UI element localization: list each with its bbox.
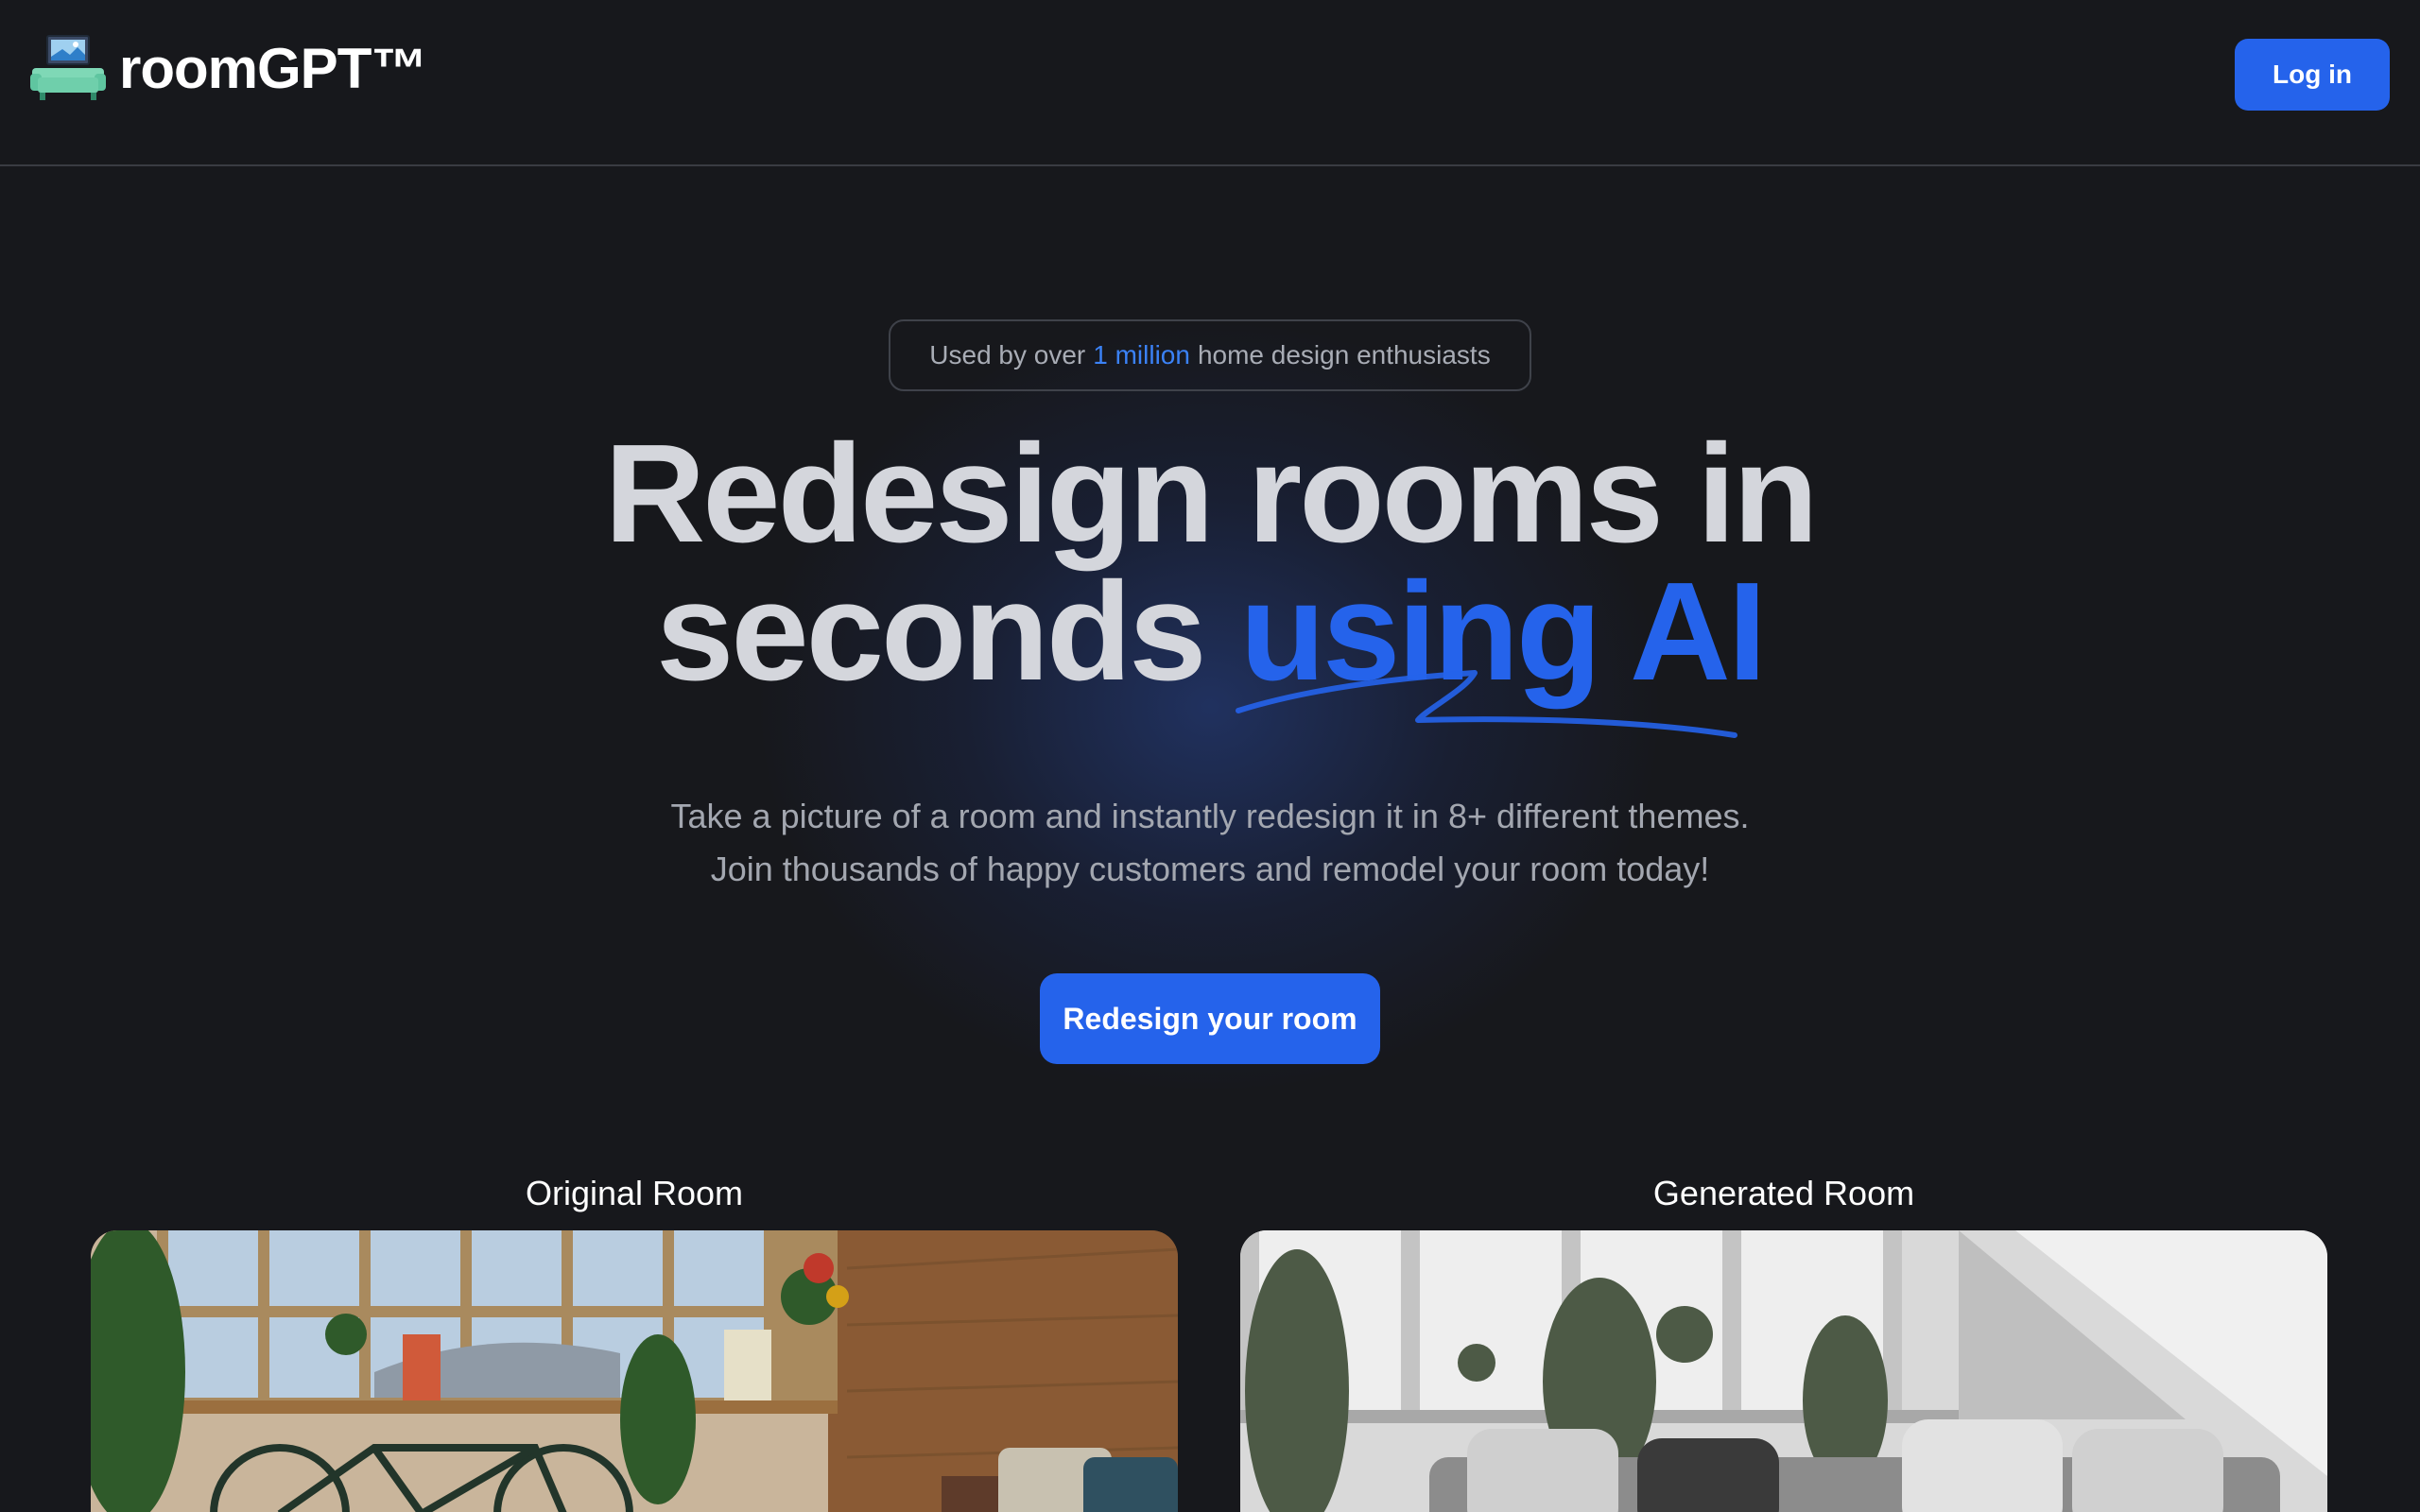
brand-name: roomGPT™ (119, 36, 427, 100)
badge-prefix: Used by over (929, 340, 1086, 369)
badge-suffix: home design enthusiasts (1197, 340, 1491, 369)
subtext-line2: Join thousands of happy customers and re… (710, 850, 1710, 888)
sofa-with-picture-icon (30, 35, 106, 100)
generated-room-label: Generated Room (1652, 1174, 1915, 1212)
original-room-image (91, 1230, 1178, 1512)
hero-headline: Redesign rooms in seconds using AI (0, 424, 2420, 702)
squiggle-underline-icon (1236, 670, 1737, 738)
site-header: roomGPT™ Log in (0, 0, 2420, 166)
usage-badge: Used by over 1 million home design enthu… (889, 319, 1531, 391)
hero-subtext: Take a picture of a room and instantly r… (0, 790, 2420, 896)
subtext-line1: Take a picture of a room and instantly r… (670, 797, 1750, 835)
login-button[interactable]: Log in (2235, 39, 2390, 111)
badge-highlight: 1 million (1093, 340, 1190, 369)
headline-line1: Redesign rooms in (604, 416, 1818, 572)
headline-line2-plain: seconds (656, 554, 1206, 710)
original-room-label: Original Room (525, 1174, 744, 1212)
redesign-room-button[interactable]: Redesign your room (1040, 973, 1380, 1064)
generated-room-image (1240, 1230, 2327, 1512)
brand-link[interactable]: roomGPT™ (30, 34, 427, 102)
